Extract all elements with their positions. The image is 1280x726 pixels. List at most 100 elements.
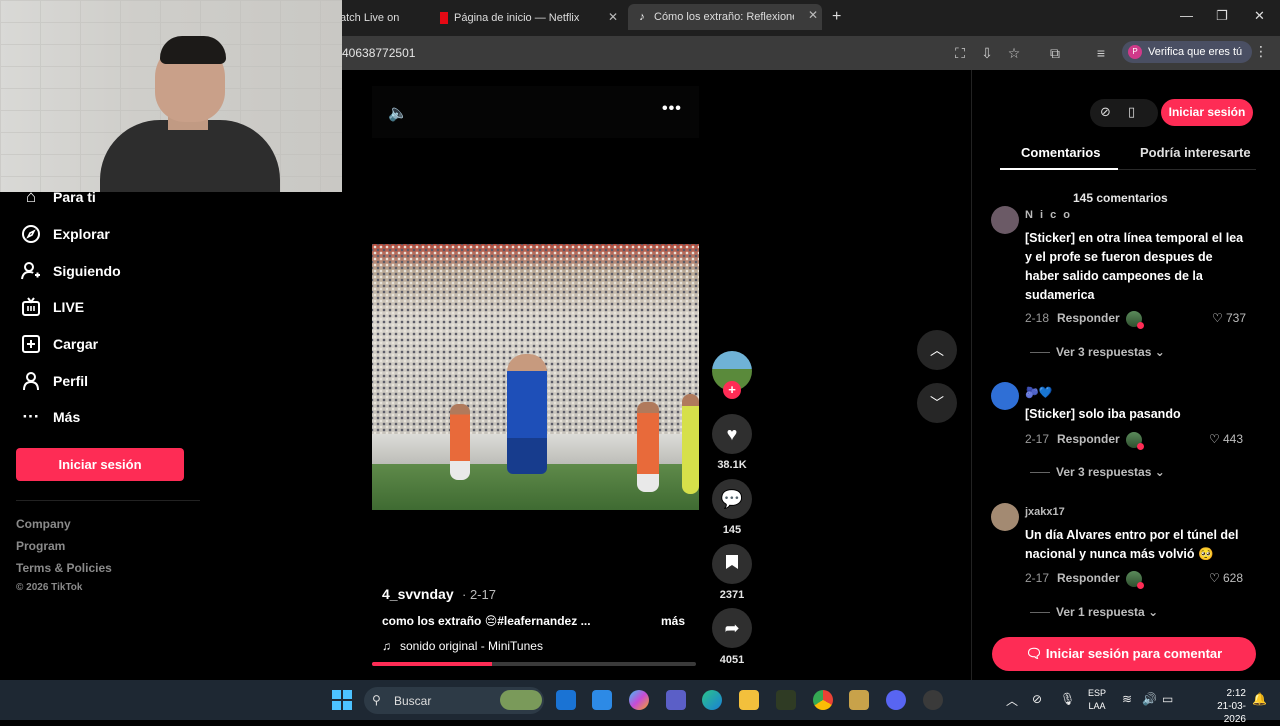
reply-button[interactable]: Responder bbox=[1057, 571, 1120, 585]
login-header-button[interactable]: Iniciar sesión bbox=[1161, 99, 1253, 126]
windows-start-icon[interactable] bbox=[332, 690, 352, 710]
comment-likes: 737 bbox=[1226, 311, 1247, 325]
comment-button[interactable]: 💬 bbox=[712, 479, 752, 519]
video-progress-bar[interactable] bbox=[372, 662, 696, 666]
player-controls-bar bbox=[372, 86, 699, 138]
comment-avatar[interactable] bbox=[991, 382, 1019, 410]
sidebar-item-perfil[interactable]: Perfil bbox=[20, 370, 88, 392]
close-tab-icon[interactable]: ✕ bbox=[808, 8, 818, 22]
view-replies-button[interactable]: Ver 3 respuestas ⌄ bbox=[1030, 345, 1165, 359]
heart-outline-icon[interactable]: ♡ bbox=[1212, 311, 1223, 325]
tray-app-icon[interactable]: ⊘ bbox=[1032, 692, 1042, 706]
comment-avatar[interactable] bbox=[991, 206, 1019, 234]
reply-button[interactable]: Responder bbox=[1057, 311, 1120, 325]
close-window-icon[interactable]: ✕ bbox=[1254, 8, 1265, 24]
video-frame[interactable] bbox=[372, 244, 699, 510]
close-tab-icon[interactable]: ✕ bbox=[608, 10, 618, 24]
footer-link-terms[interactable]: Terms & Policies bbox=[16, 561, 112, 575]
view-replies-button[interactable]: Ver 1 respuesta ⌄ bbox=[1030, 605, 1158, 619]
speaker-icon[interactable]: 🔊 bbox=[1142, 692, 1157, 706]
browser-tab-twitch[interactable]: atch Live on bbox=[340, 6, 428, 30]
new-tab-button[interactable]: + bbox=[832, 8, 841, 26]
caption-more-link[interactable]: más bbox=[661, 614, 685, 628]
sidebar-item-cargar[interactable]: Cargar bbox=[20, 333, 98, 355]
comment-username[interactable]: N i c o bbox=[1025, 209, 1072, 221]
login-to-comment-button[interactable]: 🗨 Iniciar sesión para comentar bbox=[992, 637, 1256, 671]
comment-date: 2-17 bbox=[1025, 571, 1050, 585]
comment-bubble-icon: 🗨 bbox=[1025, 646, 1043, 661]
music-title[interactable]: sonido original - MiniTunes bbox=[400, 639, 543, 653]
comment-date: 2-17 bbox=[1025, 432, 1050, 446]
editor-icon[interactable] bbox=[592, 690, 612, 710]
heart-outline-icon[interactable]: ♡ bbox=[1209, 571, 1220, 585]
sidebar-item-label: Más bbox=[53, 409, 81, 425]
footer-link-company[interactable]: Company bbox=[16, 517, 71, 531]
sidebar-item-siguiendo[interactable]: Siguiendo bbox=[20, 260, 121, 282]
file-explorer-icon[interactable] bbox=[739, 690, 759, 710]
teams-icon[interactable] bbox=[666, 690, 686, 710]
music-note-icon: ♫ bbox=[382, 639, 391, 653]
login-button[interactable]: Iniciar sesión bbox=[16, 448, 184, 481]
follow-plus-icon[interactable]: + bbox=[723, 381, 741, 399]
language-indicator[interactable]: ESP LAA bbox=[1085, 687, 1109, 713]
notification-bell-icon[interactable]: 🔔 bbox=[1252, 692, 1267, 706]
minimize-icon[interactable]: — bbox=[1180, 8, 1193, 23]
tab-comentarios[interactable]: Comentarios bbox=[1021, 145, 1100, 160]
game-launcher-icon[interactable] bbox=[849, 690, 869, 710]
view-replies-button[interactable]: Ver 3 respuestas ⌄ bbox=[1030, 465, 1165, 479]
mobile-icon[interactable]: ▯ bbox=[1128, 104, 1135, 120]
share-arrow-icon: ➦ bbox=[724, 617, 740, 638]
video-options-icon[interactable]: ••• bbox=[662, 100, 682, 118]
video-author[interactable]: 4_svvnday bbox=[382, 586, 454, 602]
netflix-icon bbox=[440, 12, 448, 24]
language-layout: LAA bbox=[1088, 701, 1106, 711]
profile-verify-button[interactable]: P Verifica que eres tú bbox=[1122, 41, 1253, 63]
comment-username[interactable]: 🫐💙 bbox=[1025, 386, 1052, 399]
translate-icon[interactable]: ⛶ bbox=[951, 44, 969, 62]
browser-tab-tiktok[interactable]: ♪ Cómo los extraño: Reflexiones c ✕ bbox=[628, 4, 822, 30]
browser-tab-netflix[interactable]: Página de inicio — Netflix ✕ bbox=[432, 6, 622, 30]
discord-icon[interactable] bbox=[886, 690, 906, 710]
footer-link-program[interactable]: Program bbox=[16, 539, 65, 553]
share-button[interactable]: ➦ bbox=[712, 608, 752, 648]
app-icon[interactable] bbox=[776, 690, 796, 710]
restore-icon[interactable]: ❐ bbox=[1216, 8, 1228, 24]
sidebar-item-mas[interactable]: ··· Más bbox=[20, 406, 81, 428]
microphone-icon[interactable]: 🎙 bbox=[1060, 692, 1075, 706]
chrome-icon[interactable] bbox=[813, 690, 833, 710]
browser-menu-icon[interactable]: ⋮ bbox=[1254, 43, 1268, 60]
edge-icon[interactable] bbox=[702, 690, 722, 710]
comment-username[interactable]: jxakx17 bbox=[1025, 506, 1065, 518]
chevron-up-icon[interactable]: ︿ bbox=[1006, 692, 1018, 709]
outlook-icon[interactable] bbox=[556, 690, 576, 710]
media-queue-icon[interactable]: ≡ bbox=[1092, 44, 1110, 62]
install-app-icon[interactable]: ⇩ bbox=[978, 44, 996, 62]
clock[interactable]: 2:12 21-03-2026 bbox=[1206, 687, 1246, 726]
sidebar-item-live[interactable]: LIVE bbox=[20, 296, 84, 318]
player-figure bbox=[507, 354, 547, 474]
reply-button[interactable]: Responder bbox=[1057, 432, 1120, 446]
url-field[interactable]: 40638772501 bbox=[342, 46, 415, 60]
compass-icon[interactable]: ⊘ bbox=[1100, 104, 1111, 120]
previous-video-button[interactable]: ︿ bbox=[917, 330, 957, 370]
wifi-icon[interactable]: ≋ bbox=[1122, 692, 1132, 706]
save-button[interactable] bbox=[712, 544, 752, 584]
comment-avatar[interactable] bbox=[991, 503, 1019, 531]
volume-icon[interactable]: 🔈 bbox=[388, 103, 408, 123]
sidebar-item-explorar[interactable]: Explorar bbox=[20, 223, 110, 245]
active-tab-indicator bbox=[1000, 168, 1118, 170]
battery-icon[interactable]: ▭ bbox=[1162, 692, 1173, 706]
tab-label: Cómo los extraño: Reflexiones c bbox=[654, 11, 794, 23]
extensions-icon[interactable]: ⧉ bbox=[1046, 44, 1064, 62]
upload-plus-icon bbox=[20, 333, 42, 355]
like-button[interactable]: ♥ bbox=[712, 414, 752, 454]
copilot-icon[interactable] bbox=[629, 690, 649, 710]
webcam-overlay bbox=[0, 0, 342, 192]
app-badge-icon[interactable] bbox=[923, 690, 943, 710]
bookmark-star-icon[interactable]: ☆ bbox=[1005, 44, 1023, 62]
next-video-button[interactable]: ﹀ bbox=[917, 383, 957, 423]
tab-podria-interesarte[interactable]: Podría interesarte bbox=[1140, 145, 1251, 160]
chevron-down-icon: ⌄ bbox=[1148, 605, 1159, 619]
divider bbox=[16, 500, 200, 501]
heart-outline-icon[interactable]: ♡ bbox=[1209, 432, 1220, 446]
